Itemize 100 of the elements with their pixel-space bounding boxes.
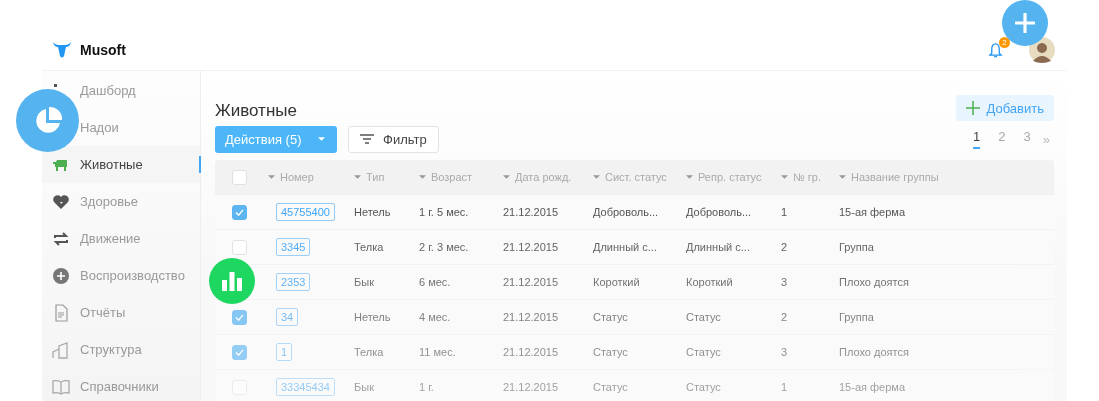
- row-checkbox[interactable]: [232, 309, 247, 325]
- table-cell: Доброволь...: [686, 206, 752, 218]
- buildings-icon[interactable]: [52, 340, 70, 359]
- table-cell: Статус: [686, 346, 721, 358]
- animal-number-link[interactable]: 2353: [276, 273, 311, 291]
- table-cell: 11 мес.: [419, 346, 456, 358]
- table-cell: 1 г.: [419, 381, 434, 393]
- table-cell: Группа: [839, 311, 874, 323]
- sidebar-item[interactable]: Дашборд: [80, 83, 136, 98]
- add-button[interactable]: Добавить: [955, 95, 1054, 121]
- document-icon[interactable]: [52, 303, 70, 322]
- sidebar-item[interactable]: Надои: [80, 120, 119, 135]
- table-cell: 3: [781, 346, 788, 358]
- page-link[interactable]: 3: [1023, 129, 1031, 149]
- next-page-link[interactable]: »: [1042, 131, 1050, 147]
- sort-caret-icon[interactable]: [839, 175, 846, 179]
- table-cell: 21.12.2015: [503, 311, 559, 323]
- sort-caret-icon[interactable]: [503, 175, 510, 179]
- table-cell: 2 г. 3 мес.: [419, 241, 469, 253]
- sidebar-item[interactable]: Воспроизводство: [80, 268, 185, 283]
- bell-icon[interactable]: [988, 41, 1003, 59]
- sort-caret-icon[interactable]: [354, 175, 361, 179]
- table-cell: 1: [781, 206, 788, 218]
- sort-caret-icon[interactable]: [781, 175, 788, 179]
- table-cell: Бык: [354, 381, 374, 393]
- table-cell: Нетель: [354, 311, 391, 323]
- table-cell: 6 мес.: [419, 276, 451, 288]
- column-header[interactable]: Сист. статус: [605, 171, 667, 183]
- plus-icon: [965, 101, 980, 115]
- table-cell: Телка: [354, 241, 384, 253]
- animal-number-link[interactable]: 34: [276, 308, 299, 326]
- table-cell: 15-ая ферма: [839, 381, 905, 393]
- sidebar-item[interactable]: Движение: [80, 231, 141, 246]
- filter-button[interactable]: Фильтр: [348, 125, 439, 153]
- table-cell: 21.12.2015: [503, 381, 559, 393]
- animal-number-link[interactable]: 33345434: [276, 378, 335, 396]
- table-cell: Статус: [686, 381, 721, 393]
- sort-caret-icon[interactable]: [686, 175, 693, 179]
- table-cell: 21.12.2015: [503, 206, 559, 218]
- bull-logo-icon: [52, 40, 72, 60]
- page-link[interactable]: 2: [998, 129, 1006, 149]
- column-header[interactable]: Дата рожд.: [515, 171, 572, 183]
- table-cell: 21.12.2015: [503, 346, 559, 358]
- column-header[interactable]: Название группы: [851, 171, 939, 183]
- app-name: Musoft: [80, 42, 126, 58]
- arrows-icon[interactable]: [52, 229, 70, 248]
- sidebar-item[interactable]: Животные: [80, 157, 143, 172]
- sidebar-item[interactable]: Справочники: [80, 379, 159, 394]
- caret-icon: [318, 137, 325, 141]
- heartbeat-icon[interactable]: [52, 192, 70, 211]
- table-cell: 2: [781, 311, 788, 323]
- column-header[interactable]: Возраст: [431, 171, 473, 183]
- table-cell: 4 мес.: [419, 311, 451, 323]
- actions-dropdown-button[interactable]: Действия (5): [215, 125, 337, 153]
- checkmark-icon: [235, 313, 244, 321]
- animal-number-link[interactable]: 3345: [276, 238, 311, 256]
- checkmark-icon: [235, 348, 244, 356]
- page-link[interactable]: 1: [973, 129, 981, 149]
- table-cell: 15-ая ферма: [839, 206, 905, 218]
- table-cell: 21.12.2015: [503, 241, 559, 253]
- table-cell: Статус: [593, 346, 628, 358]
- checkmark-icon: [235, 208, 244, 216]
- sort-caret-icon[interactable]: [419, 175, 426, 179]
- table-cell: Телка: [354, 346, 384, 358]
- sort-caret-icon[interactable]: [593, 175, 600, 179]
- page-title: Животные: [215, 100, 298, 121]
- column-header[interactable]: № гр.: [793, 171, 822, 183]
- table-cell: Плохо доятся: [839, 276, 909, 288]
- table-cell: Статус: [593, 381, 628, 393]
- table-cell: Короткий: [593, 276, 640, 288]
- table-cell: Длинный с...: [686, 241, 750, 253]
- column-header[interactable]: Тип: [366, 171, 385, 183]
- table-cell: Плохо доятся: [839, 346, 909, 358]
- row-checkbox[interactable]: [232, 344, 247, 360]
- table-cell: Статус: [686, 311, 721, 323]
- table-cell: 2: [781, 241, 788, 253]
- column-header[interactable]: Репр. статус: [698, 171, 762, 183]
- animal-number-link[interactable]: 45755400: [276, 203, 335, 221]
- sort-caret-icon[interactable]: [268, 175, 275, 179]
- table-cell: 3: [781, 276, 788, 288]
- table-cell: 21.12.2015: [503, 276, 559, 288]
- table-cell: 1 г. 5 мес.: [419, 206, 469, 218]
- table-cell: Длинный с...: [593, 241, 657, 253]
- table-cell: Нетель: [354, 206, 391, 218]
- table-cell: Короткий: [686, 276, 733, 288]
- column-header[interactable]: Номер: [280, 171, 314, 183]
- table-cell: Бык: [354, 276, 374, 288]
- row-checkbox[interactable]: [232, 204, 247, 220]
- table-cell: Группа: [839, 241, 874, 253]
- notification-badge: 2: [999, 36, 1010, 48]
- book-icon[interactable]: [52, 377, 70, 396]
- sidebar-item[interactable]: Отчёты: [80, 305, 126, 320]
- sidebar-item[interactable]: Здоровье: [80, 194, 139, 209]
- sidebar-item[interactable]: Структура: [80, 342, 142, 357]
- plus-circle-icon[interactable]: [52, 266, 70, 285]
- table-cell: Статус: [593, 311, 628, 323]
- select-all-checkbox[interactable]: [232, 169, 247, 185]
- table-cell: 1: [781, 381, 788, 393]
- animal-number-link[interactable]: 1: [276, 343, 293, 361]
- table-cell: Доброволь...: [593, 206, 659, 218]
